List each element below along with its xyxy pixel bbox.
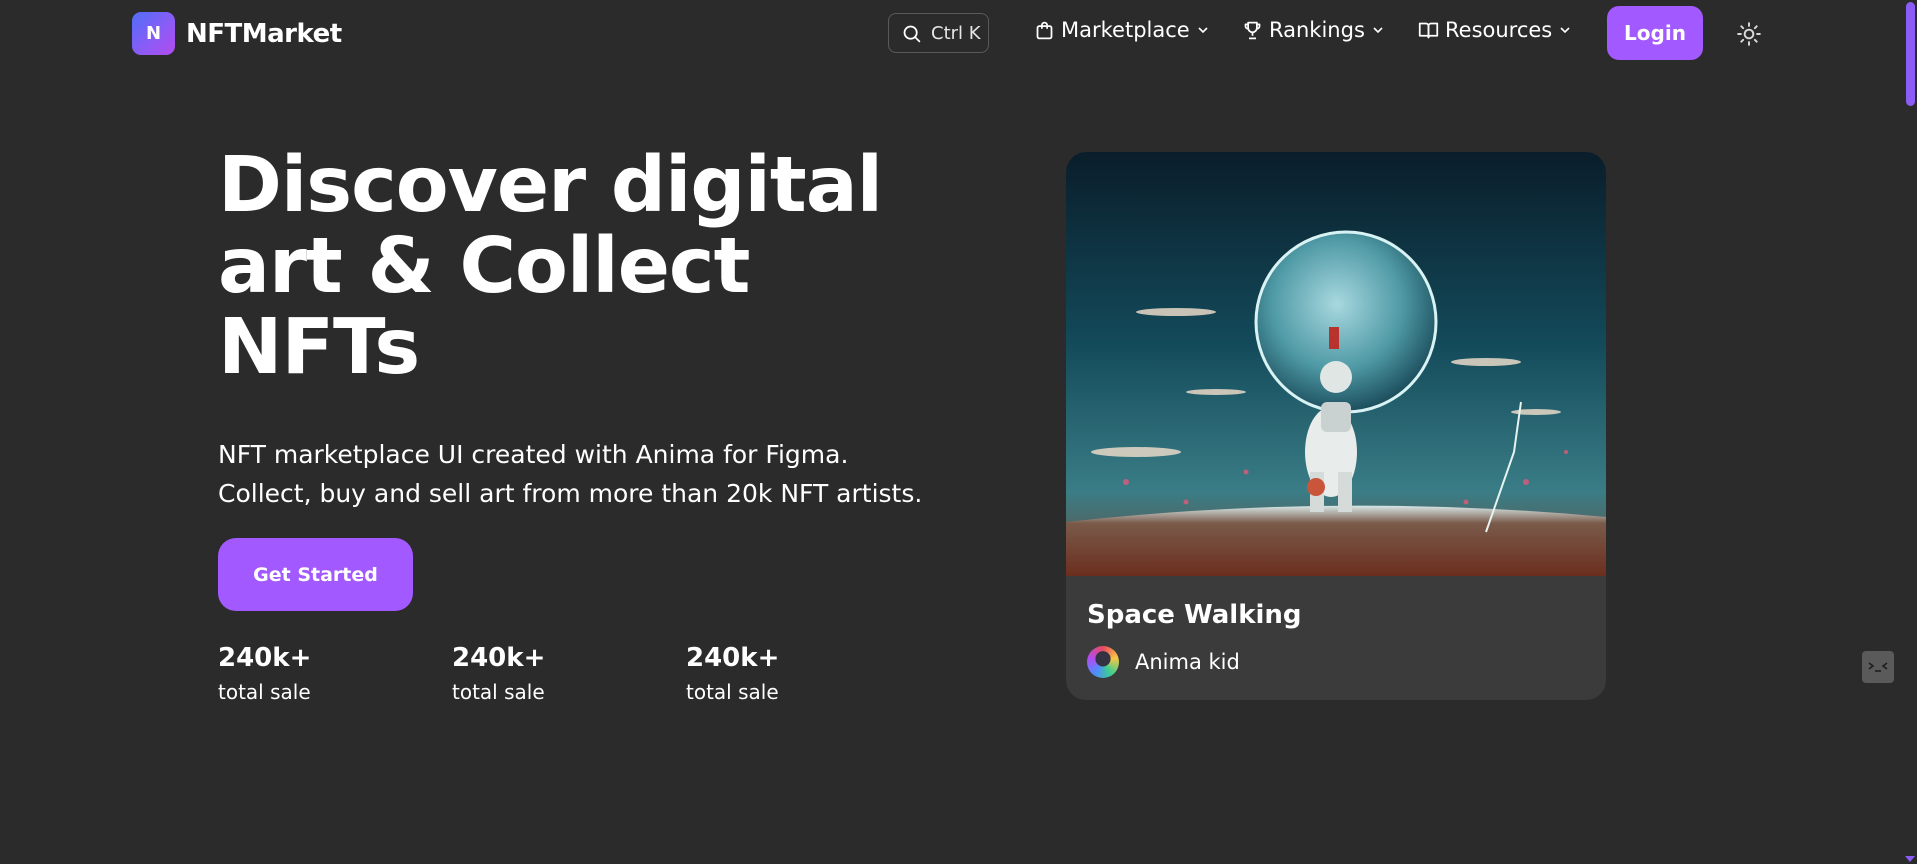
stat-label: total sale [218, 680, 311, 704]
featured-nft-card[interactable]: Space Walking Anima kid [1066, 152, 1606, 700]
stat-label: total sale [686, 680, 779, 704]
nft-artwork-image [1066, 152, 1606, 576]
book-icon [1418, 22, 1439, 38]
trophy-icon [1244, 21, 1261, 39]
artist-info[interactable]: Anima kid [1087, 646, 1240, 678]
hero-title-line: Discover digital [218, 141, 883, 230]
search-button[interactable]: Ctrl K [888, 13, 989, 53]
shopping-bag-icon [1036, 21, 1053, 39]
nav-resources-label: Resources [1445, 18, 1553, 42]
hero-title: Discover digital art & Collect NFTs [218, 145, 918, 388]
stat-total-sale: 240k+ total sale [452, 641, 652, 709]
login-button[interactable]: Login [1607, 6, 1703, 60]
stat-total-sale: 240k+ total sale [218, 641, 418, 709]
search-icon [903, 25, 921, 42]
hero-subtitle-line: NFT marketplace UI created with Anima fo… [218, 440, 849, 469]
artist-avatar [1087, 646, 1119, 678]
artist-name: Anima kid [1135, 650, 1240, 674]
logo-mark: N [132, 12, 175, 55]
hero-subtitle-line: Collect, buy and sell art from more than… [218, 479, 923, 508]
brand-name: NFTMarket [186, 18, 342, 49]
nav-rankings-label: Rankings [1269, 18, 1365, 42]
nav-marketplace[interactable]: Marketplace [1034, 18, 1209, 42]
get-started-button[interactable]: Get Started [218, 538, 413, 611]
hero-title-line: NFTs [218, 303, 420, 392]
nav-marketplace-label: Marketplace [1061, 18, 1190, 42]
site-header: N NFTMarket Ctrl K Marketplace Rankings … [0, 0, 1917, 68]
page-scrollbar[interactable] [1903, 0, 1917, 864]
terminal-icon[interactable] [1862, 651, 1894, 683]
brand-logo[interactable]: N NFTMarket [132, 12, 342, 55]
stat-value: 240k+ [218, 643, 312, 673]
stat-value: 240k+ [686, 643, 780, 673]
nav-resources[interactable]: Resources [1418, 18, 1571, 42]
stat-value: 240k+ [452, 643, 546, 673]
nav-rankings[interactable]: Rankings [1242, 18, 1384, 42]
stat-total-sale: 240k+ total sale [686, 641, 886, 709]
scrollbar-thumb[interactable] [1906, 2, 1915, 106]
sun-icon[interactable] [1736, 21, 1762, 47]
hero-subtitle: NFT marketplace UI created with Anima fo… [218, 435, 938, 513]
chevron-down-icon [1373, 27, 1383, 34]
scroll-down-arrow-icon[interactable] [1905, 856, 1915, 862]
nft-title: Space Walking [1087, 600, 1302, 630]
chevron-down-icon [1198, 27, 1208, 34]
hero-title-line: art & Collect [218, 222, 750, 311]
search-shortcut: Ctrl K [931, 22, 981, 44]
chevron-down-icon [1560, 27, 1570, 34]
stat-label: total sale [452, 680, 545, 704]
